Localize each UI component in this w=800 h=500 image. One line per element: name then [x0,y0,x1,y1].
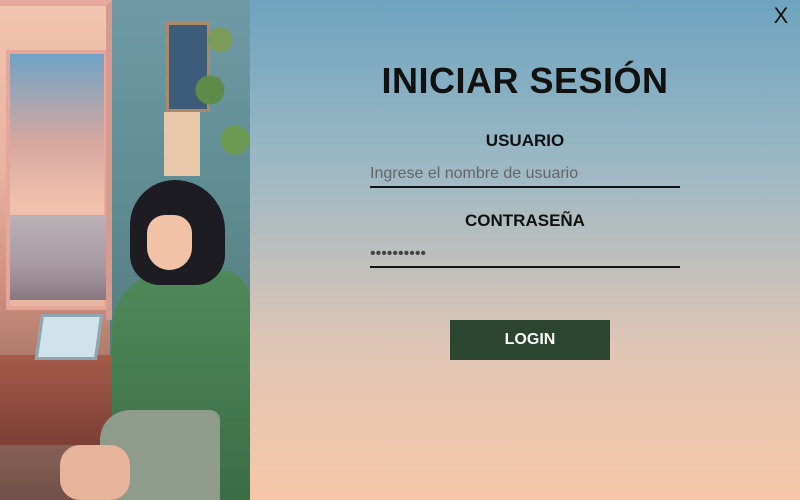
window-frame [0,0,112,320]
hanging-plant [190,0,250,200]
lofi-illustration [0,0,250,500]
page-title: INICIAR SESIÓN [381,60,669,101]
girl-face [147,215,192,270]
laptop [34,314,104,360]
password-field[interactable] [370,242,680,268]
username-label: USUARIO [485,131,565,150]
girl-legs [60,445,130,500]
password-label: CONTRASEÑA [465,211,585,230]
username-field[interactable] [370,162,680,188]
close-button[interactable]: X [771,4,791,28]
login-button[interactable]: LOGIN [450,320,610,360]
